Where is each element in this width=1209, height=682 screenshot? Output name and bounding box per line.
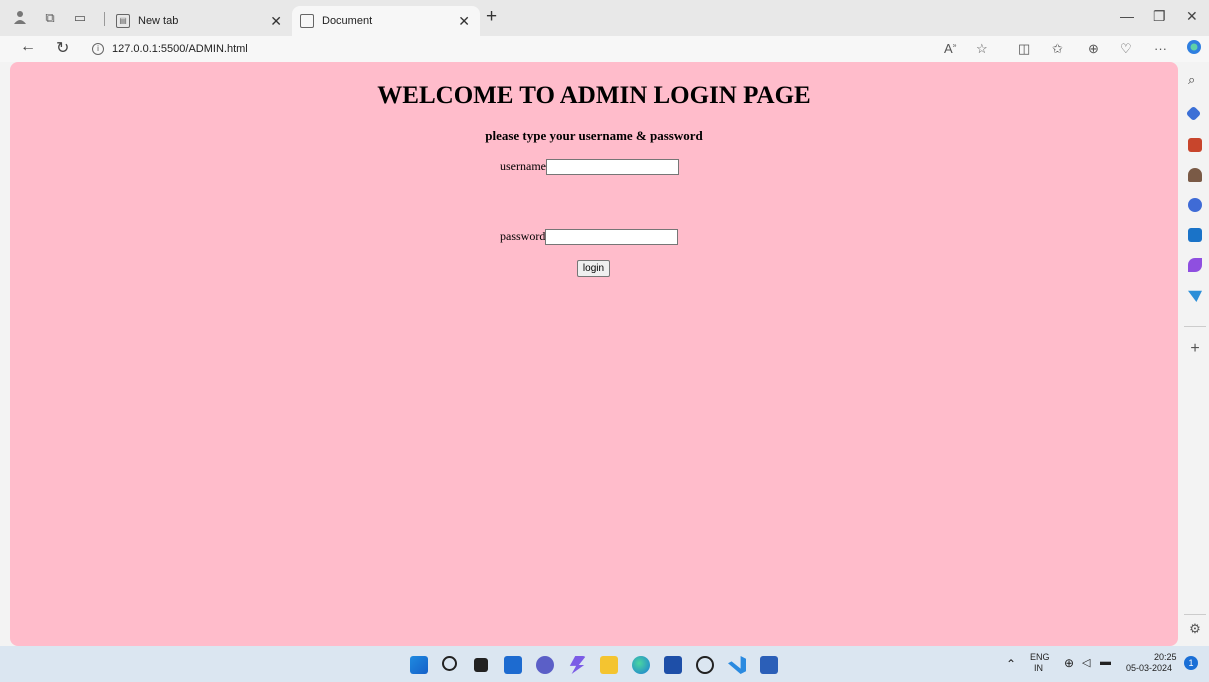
password-input[interactable] [545, 228, 679, 245]
restore-button[interactable]: ❐ [1153, 8, 1166, 25]
back-button[interactable]: ← [20, 38, 36, 56]
refresh-button[interactable]: ↻ [56, 38, 69, 58]
minimize-button[interactable]: — [1120, 8, 1134, 24]
designer-icon[interactable] [1188, 258, 1202, 272]
tab-strip: ⧉ ▭ ▤ New tab ✕ Document ✕ + — ❐ ✕ [0, 0, 1209, 36]
dell-icon[interactable] [696, 656, 714, 674]
tools-briefcase-icon[interactable] [1188, 138, 1202, 152]
clock-time[interactable]: 20:25 [1154, 652, 1177, 662]
file-explorer-icon[interactable] [600, 656, 618, 674]
search-icon[interactable] [442, 656, 457, 671]
collections-icon[interactable]: ⊕ [1088, 41, 1099, 57]
settings-gear-icon[interactable]: ⚙ [1188, 622, 1202, 636]
volume-icon[interactable]: ◁ [1082, 656, 1090, 669]
edge-browser-icon[interactable] [632, 656, 650, 674]
notification-badge[interactable]: 1 [1184, 656, 1198, 670]
tab-label: Document [322, 15, 373, 27]
tab-label: New tab [138, 15, 179, 27]
vertical-tabs-icon[interactable]: ▭ [72, 10, 88, 26]
page-subtitle: please type your username & password [485, 128, 703, 143]
favorite-star-icon[interactable]: ☆ [976, 41, 988, 57]
split-screen-icon[interactable]: ◫ [1018, 41, 1030, 57]
drop-icon[interactable] [1188, 290, 1202, 302]
clock-date[interactable]: 05-03-2024 [1126, 663, 1172, 673]
widgets-icon[interactable] [504, 656, 522, 674]
close-tab-icon[interactable]: ✕ [270, 13, 282, 30]
site-info-icon[interactable]: i [92, 43, 104, 55]
sidebar-divider [1184, 614, 1206, 615]
favorites-icon[interactable]: ✩ [1052, 41, 1063, 57]
start-button-icon[interactable] [410, 656, 428, 674]
new-tab-button[interactable]: + [486, 6, 497, 28]
url-text: 127.0.0.1:5500/ADMIN.html [112, 43, 248, 55]
shopping-tag-icon[interactable] [1185, 105, 1202, 122]
username-input[interactable] [545, 158, 679, 175]
language-bottom[interactable]: IN [1034, 663, 1043, 673]
copilot-icon[interactable] [1186, 39, 1202, 58]
tab-document[interactable]: Document ✕ [292, 6, 480, 36]
tab-new-tab[interactable]: ▤ New tab ✕ [108, 6, 292, 36]
network-icon[interactable]: ⊕ [1064, 656, 1074, 670]
username-label: username [500, 159, 546, 173]
workspaces-icon[interactable]: ⧉ [42, 10, 58, 26]
password-row: password [500, 228, 679, 245]
windows-taskbar: ⌃ ENG IN ⊕ ◁ ▬ 20:25 05-03-2024 1 [0, 646, 1209, 682]
profile-icon[interactable] [12, 10, 28, 26]
read-aloud-icon[interactable]: A» [944, 41, 957, 56]
navigation-bar: ← ↻ i 127.0.0.1:5500/ADMIN.html A» ☆ ◫ ✩… [0, 36, 1209, 62]
show-hidden-icons-chevron-icon[interactable]: ⌃ [1006, 657, 1016, 671]
page-content: WELCOME TO ADMIN LOGIN PAGE please type … [10, 62, 1178, 646]
sidebar-divider [1184, 326, 1206, 327]
new-tab-page-icon: ▤ [116, 14, 130, 28]
battery-icon[interactable]: ▬ [1100, 656, 1111, 668]
browser-essentials-icon[interactable]: ♡ [1120, 41, 1132, 57]
close-tab-icon[interactable]: ✕ [458, 13, 470, 30]
password-label: password [500, 229, 546, 243]
outlook-icon[interactable] [1188, 228, 1202, 242]
close-window-button[interactable]: ✕ [1186, 8, 1198, 25]
document-icon [300, 14, 314, 28]
vscode-icon[interactable] [728, 656, 746, 674]
login-button[interactable]: login [577, 260, 610, 277]
power-automate-icon[interactable] [569, 656, 586, 674]
address-bar[interactable]: i 127.0.0.1:5500/ADMIN.html [92, 38, 912, 60]
edge-sidebar: ⌕ + ⚙ [1180, 62, 1209, 646]
language-top[interactable]: ENG [1030, 652, 1050, 662]
more-menu-icon[interactable]: ··· [1154, 41, 1167, 56]
add-icon[interactable]: + [1188, 341, 1202, 357]
task-view-icon[interactable] [474, 658, 488, 672]
tab-divider [104, 12, 105, 26]
search-icon[interactable]: ⌕ [1188, 72, 1202, 87]
username-row: username [500, 158, 679, 175]
page-title: WELCOME TO ADMIN LOGIN PAGE [377, 82, 811, 109]
games-icon[interactable] [1188, 168, 1202, 182]
word-icon[interactable] [760, 656, 778, 674]
microsoft-365-icon[interactable] [1188, 198, 1202, 212]
chat-icon[interactable] [536, 656, 554, 674]
store-icon[interactable] [664, 656, 682, 674]
